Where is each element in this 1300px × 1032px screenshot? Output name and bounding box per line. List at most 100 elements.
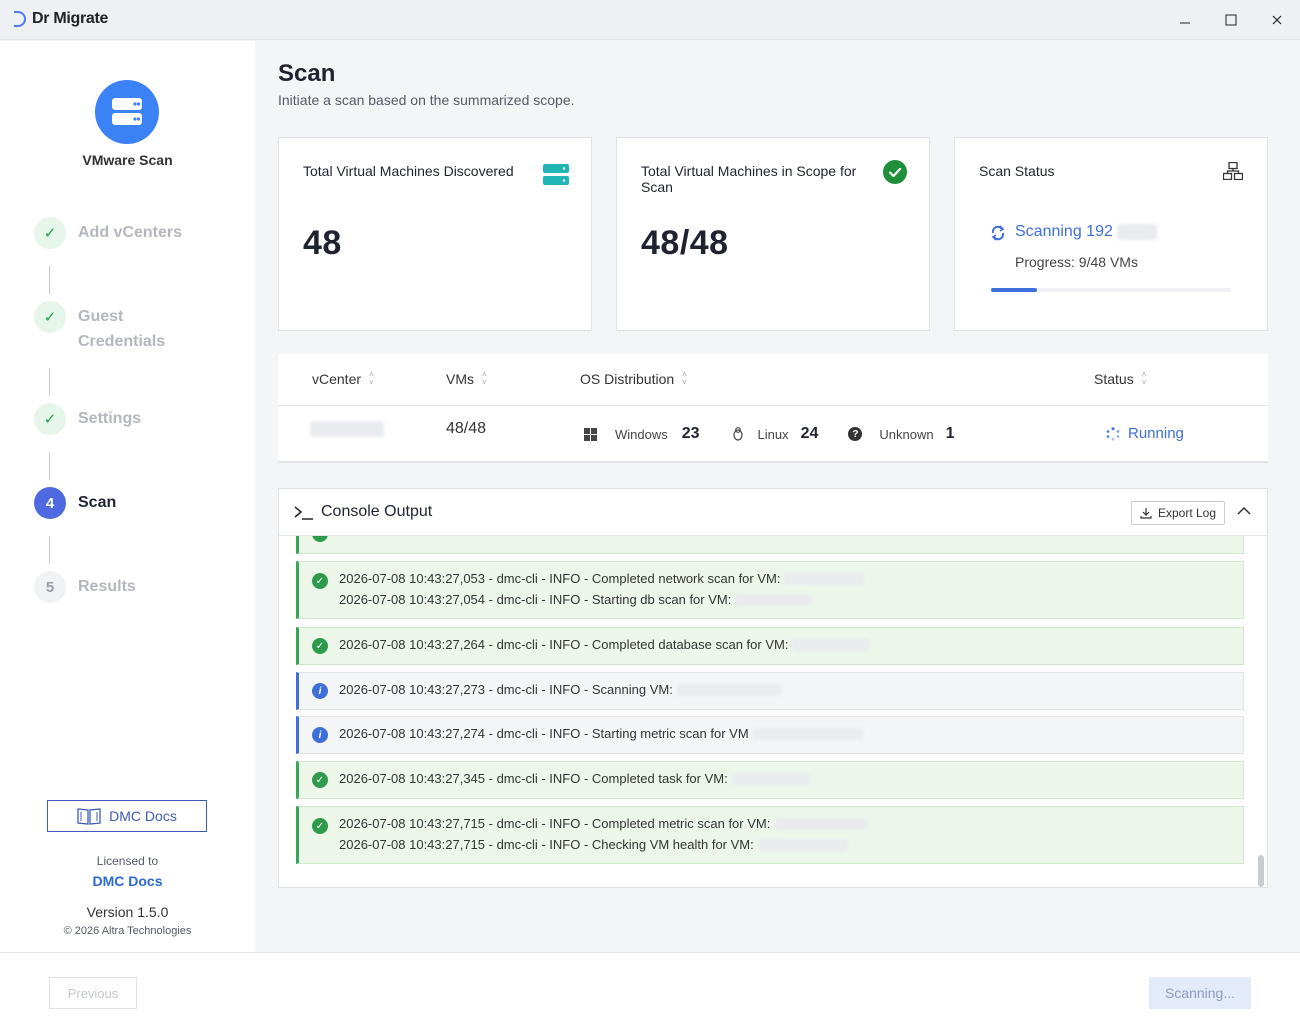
column-header-vms[interactable]: VMs ˄ ˅ bbox=[446, 371, 487, 388]
step-label: Results bbox=[78, 578, 136, 595]
minimize-icon bbox=[1180, 22, 1190, 24]
sort-icon: ˄ ˅ bbox=[682, 370, 687, 387]
log-line: 2026-07-08 10:43:27,264 - dmc-cli - INFO… bbox=[339, 637, 871, 652]
column-header-label: VMs bbox=[446, 371, 474, 387]
step-guest-credentials[interactable]: ✓ Guest Credentials bbox=[34, 301, 165, 354]
export-log-label: Export Log bbox=[1157, 506, 1217, 520]
licensed-to-label: Licensed to bbox=[96, 854, 159, 868]
step-label: Scan bbox=[78, 494, 117, 511]
step-connector bbox=[49, 536, 50, 564]
redacted-vm-name bbox=[735, 593, 814, 606]
previous-button[interactable]: Previous bbox=[49, 977, 137, 1009]
console-header: Console Output Export Log bbox=[279, 489, 1267, 536]
redacted-vm-name bbox=[676, 683, 781, 696]
linux-count: 24 bbox=[800, 425, 819, 442]
maximize-button[interactable] bbox=[1216, 8, 1246, 32]
step-number: 4 bbox=[34, 487, 66, 519]
close-icon bbox=[1272, 15, 1282, 25]
log-entry: ✓ 2026-07-08 10:43:27,345 - dmc-cli - IN… bbox=[296, 761, 1244, 799]
download-icon bbox=[1140, 508, 1152, 519]
unknown-label: Unknown bbox=[879, 426, 934, 442]
column-header-os[interactable]: OS Distribution ˄ ˅ bbox=[580, 370, 687, 388]
success-icon: ✓ bbox=[312, 818, 328, 834]
log-text: 2026-07-08 10:43:27,715 - dmc-cli - INFO… bbox=[339, 816, 771, 831]
log-text: 2026-07-08 10:43:27,264 - dmc-cli - INFO… bbox=[339, 637, 789, 652]
main-content: Scan Initiate a scan based on the summar… bbox=[255, 41, 1300, 952]
page-subtitle: Initiate a scan based on the summarized … bbox=[278, 92, 575, 108]
log-text: 2026-07-08 10:43:27,273 - dmc-cli - INFO… bbox=[339, 682, 673, 697]
log-entry: ✓ 2026-07-08 10:43:27,053 - dmc-cli - IN… bbox=[296, 561, 1244, 619]
dmc-docs-label: DMC Docs bbox=[109, 808, 177, 824]
log-line: 2026-07-08 10:43:27,274 - dmc-cli - INFO… bbox=[339, 726, 863, 741]
log-text: 2026-07-08 10:43:27,054 - dmc-cli - INFO… bbox=[339, 592, 732, 607]
step-label-line2: Credentials bbox=[78, 333, 166, 350]
linux-icon bbox=[732, 427, 743, 441]
minimize-button[interactable] bbox=[1170, 8, 1200, 32]
dr-migrate-logo-icon bbox=[14, 11, 26, 27]
chevron-up-icon[interactable] bbox=[1237, 506, 1251, 516]
column-header-label: OS Distribution bbox=[580, 371, 675, 387]
info-icon: i bbox=[312, 683, 328, 699]
step-add-vcenters[interactable]: ✓ Add vCenters bbox=[34, 217, 182, 249]
console-title: Console Output bbox=[321, 503, 433, 520]
success-icon: ✓ bbox=[312, 772, 328, 788]
step-connector bbox=[49, 266, 50, 294]
step-settings[interactable]: ✓ Settings bbox=[34, 403, 141, 435]
status-running: Running bbox=[1128, 425, 1184, 442]
card-title: Total Virtual Machines in Scope for Scan bbox=[641, 163, 857, 195]
app-title: Dr Migrate bbox=[32, 10, 109, 27]
redacted-vm-name bbox=[774, 817, 869, 830]
info-icon: i bbox=[312, 727, 328, 743]
windows-count: 23 bbox=[681, 425, 700, 442]
header-divider bbox=[278, 405, 1268, 406]
sort-icon: ˄ ˅ bbox=[1141, 370, 1147, 387]
redacted-vcenter-name bbox=[310, 421, 384, 437]
redacted-vm-name bbox=[752, 727, 863, 740]
export-log-button[interactable]: Export Log bbox=[1131, 501, 1225, 525]
os-distribution-cell: Windows 23 Linux 24 ? Unknown 1 bbox=[584, 425, 955, 443]
log-line: 2026-07-08 10:43:27,053 - dmc-cli - INFO… bbox=[339, 571, 865, 586]
scanning-button[interactable]: Scanning... bbox=[1149, 977, 1251, 1009]
card-vms-in-scope: Total Virtual Machines in Scope for Scan… bbox=[616, 137, 930, 331]
scanning-status-text: Scanning 192 bbox=[1015, 223, 1113, 240]
log-line: 2026-07-08 10:43:27,715 - dmc-cli - INFO… bbox=[339, 837, 848, 852]
vms-discovered-value: 48 bbox=[303, 224, 342, 262]
spinner-icon bbox=[1106, 426, 1120, 440]
console-scrollbar-thumb[interactable] bbox=[1258, 855, 1264, 887]
redacted-vm-name bbox=[792, 638, 871, 651]
app-logo: Dr Migrate bbox=[14, 10, 108, 28]
step-scan[interactable]: 4 Scan bbox=[34, 487, 116, 519]
card-title: Total Virtual Machines Discovered bbox=[303, 163, 514, 179]
log-entry: ✓ 2026-07-08 10:43:27,264 - dmc-cli - IN… bbox=[296, 627, 1244, 665]
page-title: Scan bbox=[278, 60, 336, 87]
log-entry: ✓ 2026-07-08 10:43:27,715 - dmc-cli - IN… bbox=[296, 806, 1244, 864]
column-header-status[interactable]: Status ˄ ˅ bbox=[1094, 370, 1147, 388]
check-icon: ✓ bbox=[34, 403, 66, 435]
server-icon bbox=[543, 164, 569, 185]
sidebar: VMware Scan ✓ Add vCenters ✓ Guest Crede… bbox=[0, 41, 255, 952]
windows-label: Windows bbox=[615, 426, 668, 442]
check-icon: ✓ bbox=[34, 301, 66, 333]
log-text: 2026-07-08 10:43:27,274 - dmc-cli - INFO… bbox=[339, 726, 749, 741]
server-icon bbox=[95, 80, 159, 144]
log-line: 2026-07-08 10:43:27,715 - dmc-cli - INFO… bbox=[339, 816, 869, 831]
progress-text: Progress: 9/48 VMs bbox=[1015, 254, 1138, 270]
check-circle-icon bbox=[883, 160, 907, 184]
book-icon bbox=[77, 808, 101, 825]
step-label: Settings bbox=[78, 410, 142, 427]
column-header-label: vCenter bbox=[312, 371, 362, 387]
unknown-os-icon: ? bbox=[848, 427, 863, 441]
log-entry: i 2026-07-08 10:43:27,274 - dmc-cli - IN… bbox=[296, 716, 1244, 754]
card-vms-discovered: Total Virtual Machines Discovered 48 bbox=[278, 137, 592, 331]
success-icon: ✓ bbox=[312, 573, 328, 589]
redacted-text bbox=[1116, 224, 1157, 240]
close-button[interactable] bbox=[1262, 8, 1292, 32]
redacted-vm-name bbox=[757, 838, 848, 851]
dmc-docs-button[interactable]: DMC Docs bbox=[47, 800, 207, 832]
network-icon bbox=[1223, 162, 1243, 180]
log-text: 2026-07-08 10:43:27,345 - dmc-cli - INFO… bbox=[339, 771, 728, 786]
vms-cell: 48/48 bbox=[446, 420, 487, 437]
step-results[interactable]: 5 Results bbox=[34, 571, 136, 603]
unknown-count: 1 bbox=[945, 425, 955, 442]
column-header-vcenter[interactable]: vCenter ˄ ˅ bbox=[312, 371, 374, 388]
